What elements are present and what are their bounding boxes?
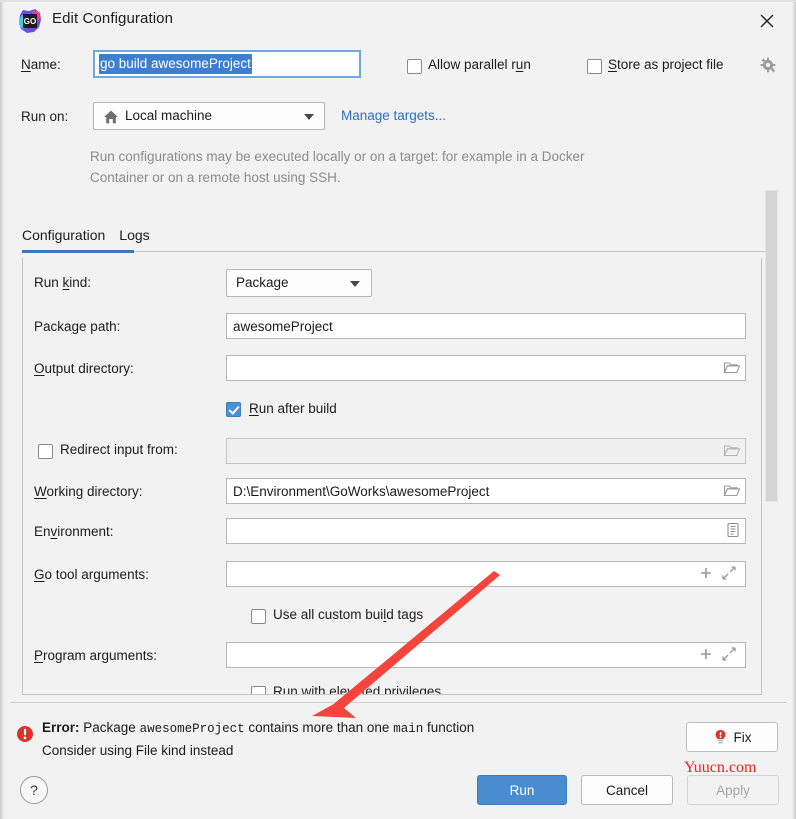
edit-configuration-dialog: GO Edit Configuration Name: go build awe… bbox=[0, 0, 796, 819]
plus-icon[interactable] bbox=[698, 646, 716, 664]
footer-separator bbox=[10, 702, 786, 703]
run-with-elevated-privileges-label[interactable]: Run with elevated privileges bbox=[273, 684, 442, 695]
working-directory-label: Working directory: bbox=[34, 484, 143, 499]
error-line1-mono1: awesomeProject bbox=[139, 722, 245, 736]
redirect-input-from-input[interactable] bbox=[226, 438, 746, 464]
run-on-dropdown[interactable]: Local machine bbox=[93, 102, 325, 130]
run-on-description: Run configurations may be executed local… bbox=[90, 149, 585, 185]
program-arguments-input[interactable] bbox=[226, 642, 746, 668]
error-message-line2: Consider using File kind instead bbox=[42, 743, 234, 758]
package-path-label: Package path: bbox=[34, 319, 121, 334]
folder-icon[interactable] bbox=[723, 482, 741, 500]
run-on-label-text: Run on: bbox=[21, 109, 69, 124]
page-title: Edit Configuration bbox=[52, 10, 174, 27]
go-tool-arguments-label: Go tool arguments: bbox=[34, 567, 149, 582]
plus-icon[interactable] bbox=[698, 565, 716, 583]
use-all-custom-build-tags-checkbox[interactable] bbox=[251, 609, 266, 624]
error-message-line1: Error: Package awesomeProject contains m… bbox=[42, 717, 474, 740]
expand-icon[interactable] bbox=[721, 646, 739, 664]
go-tool-arguments-input[interactable] bbox=[226, 561, 746, 587]
folder-icon[interactable] bbox=[723, 442, 741, 460]
error-icon bbox=[16, 725, 34, 743]
chevron-down-icon bbox=[304, 114, 314, 120]
store-as-project-file-checkbox[interactable] bbox=[587, 59, 602, 74]
dialog-edge-right bbox=[792, 0, 796, 819]
gear-icon[interactable] bbox=[760, 57, 778, 75]
allow-parallel-run-checkbox[interactable] bbox=[407, 59, 422, 74]
home-icon bbox=[103, 109, 119, 125]
name-input[interactable]: go build awesomeProject bbox=[93, 50, 361, 78]
environment-label: Environment: bbox=[34, 524, 114, 539]
package-path-input[interactable]: awesomeProject bbox=[226, 313, 746, 339]
title-bar: GO Edit Configuration bbox=[0, 0, 796, 42]
svg-text:GO: GO bbox=[24, 17, 36, 26]
allow-parallel-run-text: Allow parallel r bbox=[428, 57, 516, 72]
run-on-selected-value: Local machine bbox=[125, 108, 213, 123]
list-icon[interactable] bbox=[725, 522, 743, 540]
help-button[interactable]: ? bbox=[20, 776, 48, 804]
folder-icon[interactable] bbox=[723, 359, 741, 377]
cancel-button[interactable]: Cancel bbox=[581, 775, 673, 805]
run-kind-label: Run kind: bbox=[34, 275, 92, 290]
fix-button[interactable]: Fix bbox=[686, 722, 778, 752]
tab-logs[interactable]: Logs bbox=[119, 227, 149, 243]
error-line1-a: Package bbox=[79, 720, 140, 735]
redirect-input-from-label[interactable]: Redirect input from: bbox=[60, 442, 178, 457]
manage-targets-link[interactable]: Manage targets... bbox=[341, 108, 446, 123]
name-label: Name: bbox=[21, 57, 61, 72]
apply-button: Apply bbox=[687, 775, 779, 805]
error-line1-b: contains more than one bbox=[244, 720, 394, 735]
error-prefix: Error: bbox=[42, 720, 80, 735]
configuration-panel: Run kind: Package Package path: awesomeP… bbox=[22, 258, 762, 695]
run-after-build-label[interactable]: Run after build bbox=[249, 401, 337, 416]
run-with-elevated-privileges-checkbox[interactable] bbox=[251, 686, 266, 694]
package-path-value: awesomeProject bbox=[233, 318, 333, 334]
run-kind-value: Package bbox=[236, 275, 289, 290]
program-arguments-label: Program arguments: bbox=[34, 648, 158, 663]
error-line1-c: function bbox=[423, 720, 475, 735]
name-label-rest: ame: bbox=[30, 57, 61, 72]
run-on-label: Run on: bbox=[21, 109, 68, 124]
goland-icon: GO bbox=[16, 7, 44, 35]
redirect-input-from-checkbox[interactable] bbox=[38, 444, 53, 459]
lightbulb-error-icon bbox=[713, 729, 728, 745]
allow-parallel-run-label[interactable]: Allow parallel run bbox=[428, 57, 531, 72]
use-all-custom-build-tags-label[interactable]: Use all custom build tags bbox=[273, 607, 423, 622]
store-as-project-file-label[interactable]: Store as project file bbox=[608, 57, 724, 72]
chevron-down-icon bbox=[350, 281, 360, 287]
fix-button-label: Fix bbox=[733, 729, 752, 745]
run-after-build-checkbox[interactable] bbox=[226, 402, 241, 417]
error-line1-mono2: main bbox=[393, 722, 424, 736]
tab-bar: Configuration Logs bbox=[22, 227, 164, 243]
tab-active-indicator bbox=[22, 250, 134, 253]
expand-icon[interactable] bbox=[721, 565, 739, 583]
working-directory-value: D:\Environment\GoWorks\awesomeProject bbox=[233, 483, 490, 499]
environment-input[interactable] bbox=[226, 518, 746, 544]
tab-configuration[interactable]: Configuration bbox=[22, 227, 105, 243]
output-directory-input[interactable] bbox=[226, 355, 746, 381]
dialog-edge-left bbox=[0, 0, 4, 819]
run-with-elevated-privileges-text: Run with elevated privileges bbox=[273, 684, 442, 695]
output-directory-label: Output directory: bbox=[34, 361, 134, 376]
tab-baseline bbox=[134, 251, 774, 252]
panel-scrollbar-thumb[interactable] bbox=[765, 190, 778, 502]
working-directory-input[interactable]: D:\Environment\GoWorks\awesomeProject bbox=[226, 478, 746, 504]
name-input-value: go build awesomeProject bbox=[99, 54, 252, 74]
error-message: Error: Package awesomeProject contains m… bbox=[42, 717, 474, 762]
redirect-input-from-text: Redirect input from: bbox=[60, 442, 178, 457]
run-button[interactable]: Run bbox=[477, 775, 567, 805]
run-kind-dropdown[interactable]: Package bbox=[226, 269, 372, 297]
close-icon[interactable] bbox=[752, 6, 782, 36]
